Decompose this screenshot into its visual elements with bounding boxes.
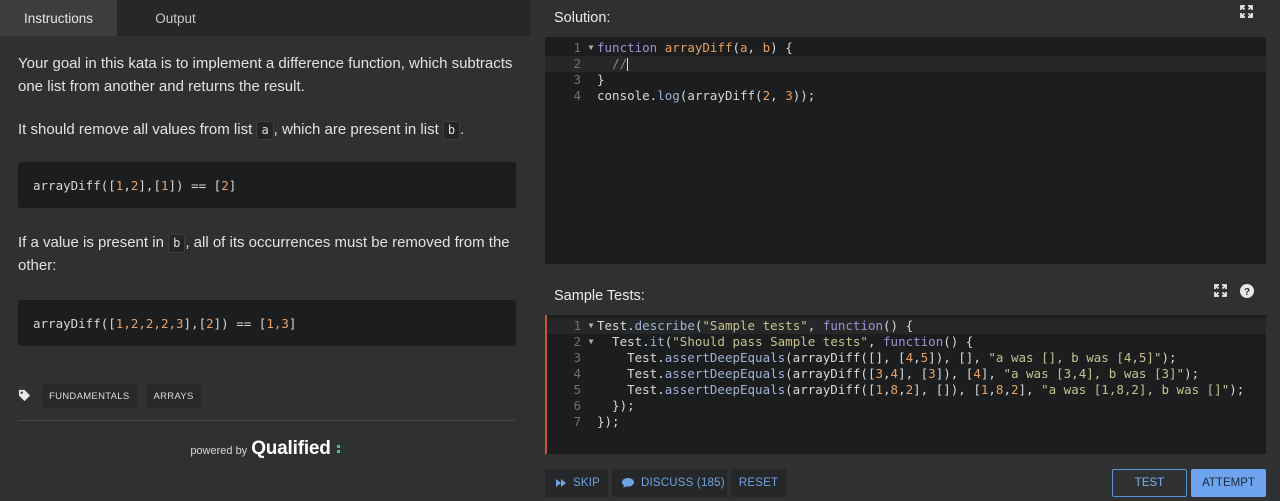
solution-title: Solution: — [554, 10, 611, 26]
solution-header: Solution: — [545, 0, 1266, 36]
tag-icon — [18, 389, 32, 403]
code-line: 4 Test.assertDeepEquals(arrayDiff([3,4],… — [573, 366, 1200, 381]
solution-editor[interactable]: 1 ▼ function arrayDiff(a, b) { 2 // 3} 4 co… — [545, 37, 1266, 264]
sample-tests-title: Sample Tests: — [554, 288, 645, 304]
tab-instructions[interactable]: Instructions — [0, 0, 117, 36]
tag-fundamentals[interactable]: FUNDAMENTALS — [42, 384, 137, 408]
skip-button[interactable]: SKIP — [545, 469, 608, 497]
fast-forward-icon — [556, 479, 566, 487]
code-line: 3} — [573, 72, 605, 87]
powered-by-label: powered by — [190, 445, 248, 457]
example-code-block-2: arrayDiff([1,2,2,2,3],[2]) == [1,3] — [18, 300, 516, 346]
tag-list: FUNDAMENTALS ARRAYS — [18, 384, 201, 408]
powered-by-qualified[interactable]: powered by Qualified — [0, 438, 530, 460]
fullscreen-icon[interactable] — [1240, 5, 1254, 19]
inline-code-b: b — [168, 234, 186, 253]
code-line: 5 Test.assertDeepEquals(arrayDiff([1,8,2… — [573, 382, 1245, 397]
example-code-block-1: arrayDiff([1, 2],[1]) == [2] — [18, 162, 516, 208]
chat-bubble-icon — [622, 478, 634, 488]
code-line: 6 }); — [573, 398, 635, 413]
tag-arrays[interactable]: ARRAYS — [146, 384, 201, 408]
code-line: 7}); — [573, 414, 620, 429]
code-line: 1 ▼ function arrayDiff(a, b) { — [573, 40, 793, 55]
fullscreen-icon[interactable] — [1214, 284, 1228, 298]
qualified-logo: Qualified — [251, 438, 331, 459]
inline-code-a: a — [256, 121, 274, 140]
svg-text:?: ? — [1244, 287, 1250, 298]
reset-button[interactable]: RESET — [731, 469, 786, 497]
divider — [18, 420, 516, 421]
action-bar: SKIP DISCUSS (185) RESET TEST ATTEMPT — [545, 469, 1266, 497]
test-button[interactable]: TEST — [1112, 469, 1187, 497]
description-paragraph-1: Your goal in this kata is to implement a… — [18, 55, 513, 95]
code-line: 2 ▼ Test.it("Should pass Sample tests", f… — [573, 334, 974, 349]
code-line: 2 // — [545, 56, 1266, 72]
text-cursor — [627, 58, 629, 71]
code-line: 3 Test.assertDeepEquals(arrayDiff([], [4… — [573, 350, 1177, 365]
discuss-button[interactable]: DISCUSS (185) — [612, 469, 727, 497]
sample-tests-editor[interactable]: 1 ▼ Test.describe("Sample tests", function… — [545, 315, 1266, 454]
tab-output[interactable]: Output — [117, 0, 234, 36]
qualified-logo-dots-icon — [336, 445, 340, 453]
code-line: 4 console.log(arrayDiff(2, 3)); — [573, 88, 816, 103]
instructions-panel: Instructions Output Your goal in this ka… — [0, 0, 530, 494]
inline-code-b: b — [442, 121, 461, 140]
code-line: 1 ▼ Test.describe("Sample tests", function… — [547, 318, 1266, 334]
panel-tabs: Instructions Output — [0, 0, 530, 36]
attempt-button[interactable]: ATTEMPT — [1191, 469, 1266, 497]
description-paragraph-2: It should remove all values from list a,… — [18, 121, 465, 140]
description-paragraph-3: If a value is present in b, all of its o… — [18, 234, 510, 274]
help-icon[interactable]: ? — [1240, 284, 1254, 298]
sample-tests-header: Sample Tests: ? — [545, 278, 1266, 314]
